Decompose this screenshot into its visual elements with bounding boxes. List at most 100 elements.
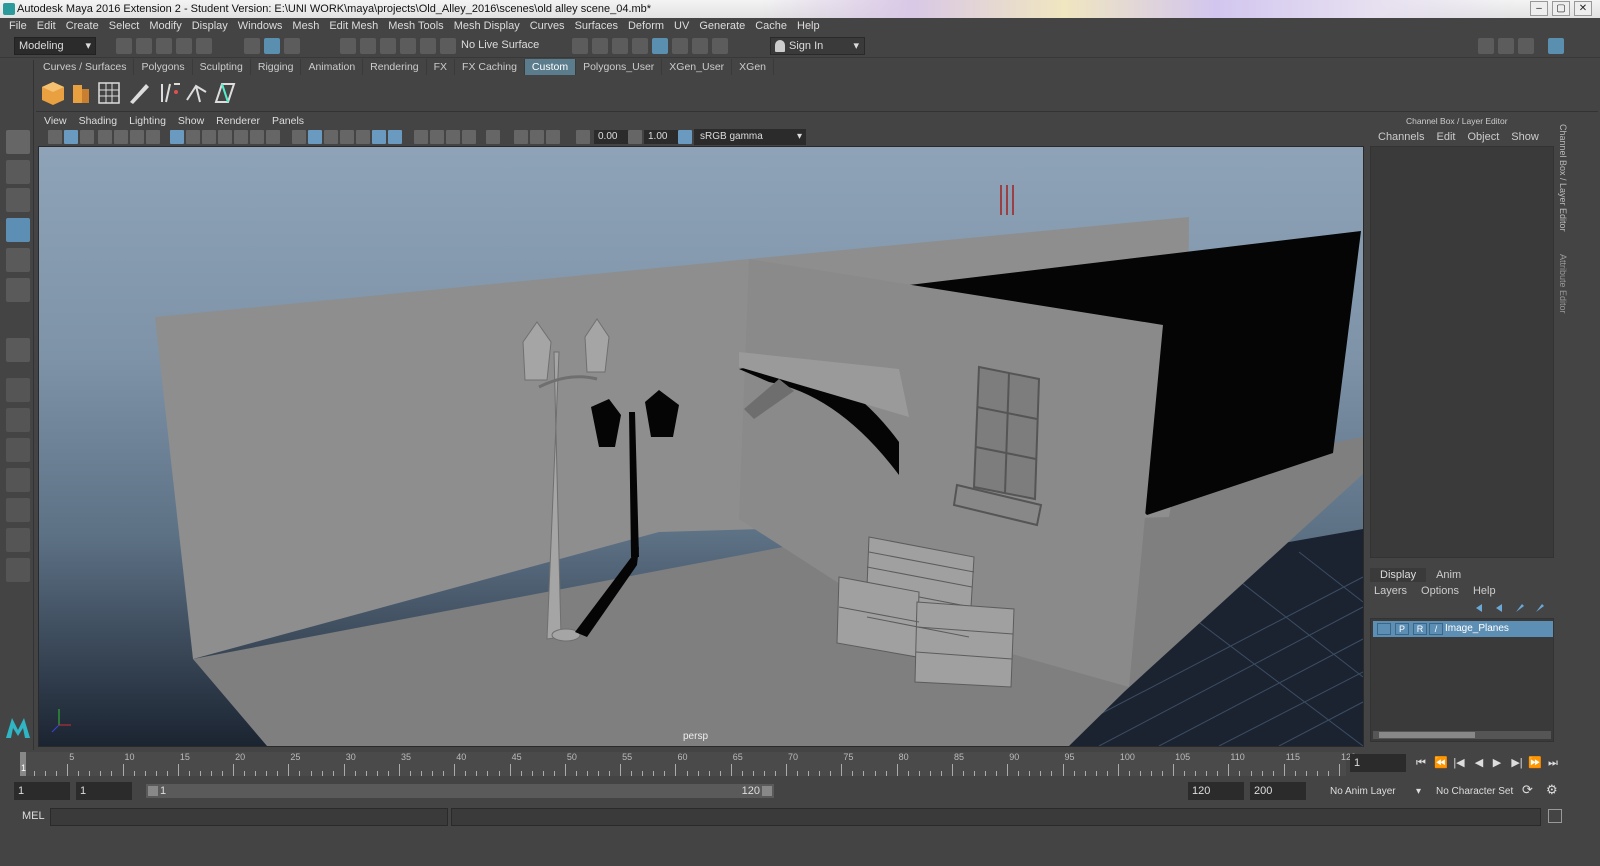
xray-components-icon[interactable] (530, 130, 544, 144)
toggle-panel-3-icon[interactable] (712, 38, 728, 54)
menu-uv[interactable]: UV (669, 18, 694, 35)
channel-menu-channels[interactable]: Channels (1372, 130, 1430, 144)
snap-curve-icon[interactable] (360, 38, 376, 54)
menu-cache[interactable]: Cache (750, 18, 792, 35)
toggle-panel-1-icon[interactable] (672, 38, 688, 54)
render-frame-icon[interactable] (592, 38, 608, 54)
2d-pan-zoom-icon[interactable] (130, 130, 144, 144)
paint-select-icon[interactable] (6, 188, 30, 212)
persp-outliner-layout-icon[interactable] (6, 498, 30, 522)
motion-blur-icon[interactable] (414, 130, 428, 144)
menu-file[interactable]: File (4, 18, 32, 35)
ambient-occlusion-icon[interactable] (388, 130, 402, 144)
menu-windows[interactable]: Windows (233, 18, 288, 35)
layer-color-swatch[interactable]: / (1429, 623, 1443, 635)
lasso-tool-icon[interactable] (6, 160, 30, 184)
shelf-tab-fx-caching[interactable]: FX Caching (455, 59, 525, 75)
step-back-frame-icon[interactable]: |◀ (1452, 756, 1466, 770)
channel-menu-edit[interactable]: Edit (1430, 130, 1461, 144)
channel-menu-object[interactable]: Object (1461, 130, 1505, 144)
menu-modify[interactable]: Modify (144, 18, 186, 35)
maximize-button[interactable]: ▢ (1552, 1, 1570, 16)
channel-menu-show[interactable]: Show (1505, 130, 1545, 144)
shelf-tab-xgen-user[interactable]: XGen_User (662, 59, 733, 75)
panel-menu-renderer[interactable]: Renderer (210, 114, 266, 128)
layer-display-type-toggle[interactable]: R (1413, 623, 1427, 635)
select-component-icon[interactable] (284, 38, 300, 54)
shelf-tab-xgen[interactable]: XGen (732, 59, 775, 75)
tab-display[interactable]: Display (1370, 568, 1427, 582)
panel-menu-panels[interactable]: Panels (266, 114, 310, 128)
film-gate-icon[interactable] (186, 130, 200, 144)
camera-tumble-icon[interactable] (80, 130, 94, 144)
side-by-side-layout-icon[interactable] (6, 438, 30, 462)
step-forward-frame-icon[interactable]: ▶| (1510, 756, 1524, 770)
anim-layer-dropdown[interactable]: No Anim Layer (1330, 786, 1396, 797)
tab-anim[interactable]: Anim (1426, 568, 1471, 582)
shelf-tab-sculpting[interactable]: Sculpting (193, 59, 251, 75)
bookmark-icon[interactable] (98, 130, 112, 144)
go-to-start-icon[interactable]: ⏮ (1414, 756, 1428, 770)
script-editor-icon[interactable] (1548, 809, 1562, 823)
character-set-dropdown[interactable]: No Character Set (1436, 786, 1513, 797)
layer-row[interactable]: P R / Image_Planes (1373, 621, 1553, 637)
depth-of-field-icon[interactable] (446, 130, 460, 144)
multisample-aa-icon[interactable] (430, 130, 444, 144)
menu-edit-mesh[interactable]: Edit Mesh (324, 18, 383, 35)
safe-action-icon[interactable] (250, 130, 264, 144)
script-language-label[interactable]: MEL (22, 810, 45, 822)
modeling-toolkit-icon[interactable] (1478, 38, 1494, 54)
isolate-select-icon[interactable] (462, 130, 476, 144)
panel-menu-view[interactable]: View (38, 114, 73, 128)
layer-playback-toggle[interactable]: P (1395, 623, 1409, 635)
preferences-icon[interactable]: ⚙ (1546, 782, 1558, 798)
render-view-icon[interactable] (572, 38, 588, 54)
make-live-icon[interactable] (440, 38, 456, 54)
gamma-icon[interactable] (628, 130, 642, 144)
last-tool-icon[interactable] (6, 338, 30, 362)
layer-menu-help[interactable]: Help (1473, 585, 1496, 597)
field-chart-icon[interactable] (234, 130, 248, 144)
safe-title-icon[interactable] (266, 130, 280, 144)
menu-select[interactable]: Select (104, 18, 145, 35)
shelf-tab-rigging[interactable]: Rigging (251, 59, 302, 75)
hypershade-icon[interactable] (652, 38, 668, 54)
scrollbar-thumb[interactable] (1379, 732, 1475, 738)
menu-mesh-display[interactable]: Mesh Display (449, 18, 525, 35)
shelf-tab-polygons[interactable]: Polygons (134, 59, 193, 75)
grid-icon[interactable] (96, 80, 122, 106)
snap-point-icon[interactable] (380, 38, 396, 54)
shelf-tab-fx[interactable]: FX (427, 59, 456, 75)
menu-deform[interactable]: Deform (623, 18, 669, 35)
shadows-icon[interactable] (372, 130, 386, 144)
move-tool-icon[interactable] (6, 218, 30, 242)
smooth-shade-icon[interactable] (308, 130, 322, 144)
shelf-tab-animation[interactable]: Animation (301, 59, 364, 75)
layer-scrollbar[interactable] (1373, 731, 1551, 739)
command-input[interactable] (50, 808, 448, 826)
single-perspective-layout-icon[interactable] (6, 378, 30, 402)
exposure-icon[interactable] (576, 130, 590, 144)
menu-mesh-tools[interactable]: Mesh Tools (383, 18, 448, 35)
layout-shortcuts-icon[interactable] (6, 558, 30, 582)
xray-joints-icon[interactable] (514, 130, 528, 144)
play-backwards-icon[interactable]: ◀ (1472, 756, 1486, 770)
undo-icon[interactable] (176, 38, 192, 54)
attribute-editor-icon[interactable] (1498, 38, 1514, 54)
shelf-tab-polygons-user[interactable]: Polygons_User (576, 59, 663, 75)
bevel-icon[interactable] (212, 80, 238, 106)
cube-icon[interactable] (40, 80, 66, 106)
step-back-key-icon[interactable]: ⏪ (1434, 756, 1448, 770)
menu-mesh[interactable]: Mesh (287, 18, 324, 35)
snap-grid-icon[interactable] (340, 38, 356, 54)
grid-toggle-icon[interactable] (170, 130, 184, 144)
persp-graph-layout-icon[interactable] (6, 468, 30, 492)
wireframe-icon[interactable] (292, 130, 306, 144)
tool-settings-icon[interactable] (1518, 38, 1534, 54)
menu-edit[interactable]: Edit (32, 18, 61, 35)
xray-icon[interactable] (486, 130, 500, 144)
panel-menu-show[interactable]: Show (172, 114, 210, 128)
go-to-end-icon[interactable]: ⏭ (1546, 756, 1560, 770)
range-end-handle[interactable] (762, 786, 772, 796)
viewport-persp[interactable]: persp (38, 146, 1364, 747)
